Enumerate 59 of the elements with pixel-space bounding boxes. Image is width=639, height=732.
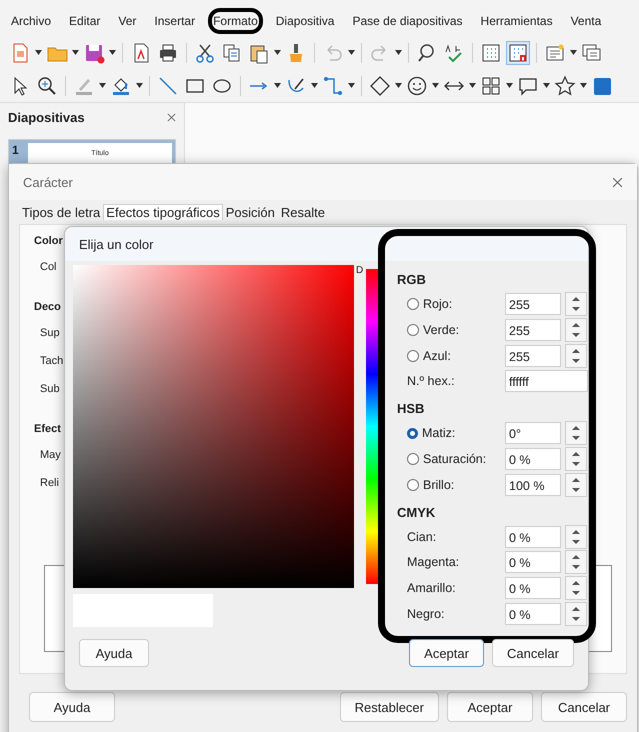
input-field[interactable]: 255: [505, 318, 561, 341]
tab[interactable]: Tipos de letra: [19, 204, 104, 220]
group-heading: RGB: [397, 271, 426, 289]
field-label: Cian:: [407, 530, 436, 544]
menu-item[interactable]: Archivo: [6, 8, 56, 34]
section-heading: Deco: [34, 300, 61, 315]
option-label: Sup: [39, 326, 60, 341]
dialog-button[interactable]: Ayuda: [79, 639, 149, 667]
panel-title: Diapositivas: [8, 110, 85, 124]
menu-item[interactable]: Diapositiva: [270, 8, 340, 34]
dialog-button[interactable]: Cancelar: [492, 639, 574, 667]
field-label: Brillo:: [423, 478, 454, 492]
menu-item[interactable]: Pase de diapositivas: [347, 8, 468, 34]
section-heading: Color: [34, 234, 63, 249]
input-field[interactable]: 0 %: [505, 526, 561, 548]
input-field[interactable]: 0 %: [505, 551, 561, 574]
field-label: Saturación:: [423, 452, 486, 466]
input-field[interactable]: ffffff: [505, 370, 588, 392]
tab[interactable]: Posición: [222, 204, 278, 220]
option-label: Col: [39, 260, 57, 275]
input-field[interactable]: 0 %: [505, 603, 561, 626]
field-label: Rojo:: [423, 296, 452, 311]
input-field[interactable]: 0 %: [505, 577, 561, 600]
field-label: Matiz:: [422, 426, 456, 440]
menu-item[interactable]: Venta: [566, 8, 606, 34]
option-label: May: [39, 448, 61, 463]
option-label: Tach: [39, 354, 64, 369]
input-field[interactable]: 0°: [505, 422, 561, 444]
menu-item[interactable]: Ver: [113, 8, 142, 34]
dialog-button[interactable]: Aceptar: [409, 639, 484, 667]
field-label: Magenta:: [407, 555, 460, 570]
field-label: N.º hex.:: [407, 374, 455, 388]
option-label: Sub: [39, 382, 60, 397]
input-field[interactable]: 255: [505, 344, 561, 367]
section-heading: Efect: [34, 422, 61, 437]
field-label: D: [355, 265, 364, 276]
menu-item[interactable]: Herramientas: [476, 8, 558, 34]
group-heading: HSB: [397, 400, 424, 418]
option-label: Reli: [39, 476, 59, 491]
dialog-button[interactable]: Cancelar: [541, 692, 627, 722]
input-field[interactable]: 100 %: [505, 474, 561, 496]
field-label: Amarillo:: [407, 581, 456, 596]
dialog-title: Elija un color: [79, 236, 154, 252]
menu-item[interactable]: Editar: [64, 8, 106, 34]
group-heading: CMYK: [397, 504, 436, 522]
input-field[interactable]: 0 %: [505, 448, 561, 470]
dialog-title: Carácter: [23, 174, 73, 190]
dialog-button[interactable]: Restablecer: [340, 692, 439, 722]
field-label: Verde:: [423, 322, 460, 337]
tab[interactable]: Resalte: [278, 204, 328, 220]
menu-item[interactable]: Formato: [208, 8, 263, 34]
input-field[interactable]: 255: [505, 292, 561, 315]
tab[interactable]: Efectos tipográficos: [103, 204, 223, 220]
field-label: Azul:: [423, 348, 451, 363]
menu-item[interactable]: Insertar: [149, 8, 200, 34]
dialog-button[interactable]: Aceptar: [447, 692, 533, 722]
field-label: Negro:: [407, 607, 445, 622]
slide-number: 1: [12, 143, 20, 157]
dialog-button[interactable]: Ayuda: [29, 692, 115, 722]
